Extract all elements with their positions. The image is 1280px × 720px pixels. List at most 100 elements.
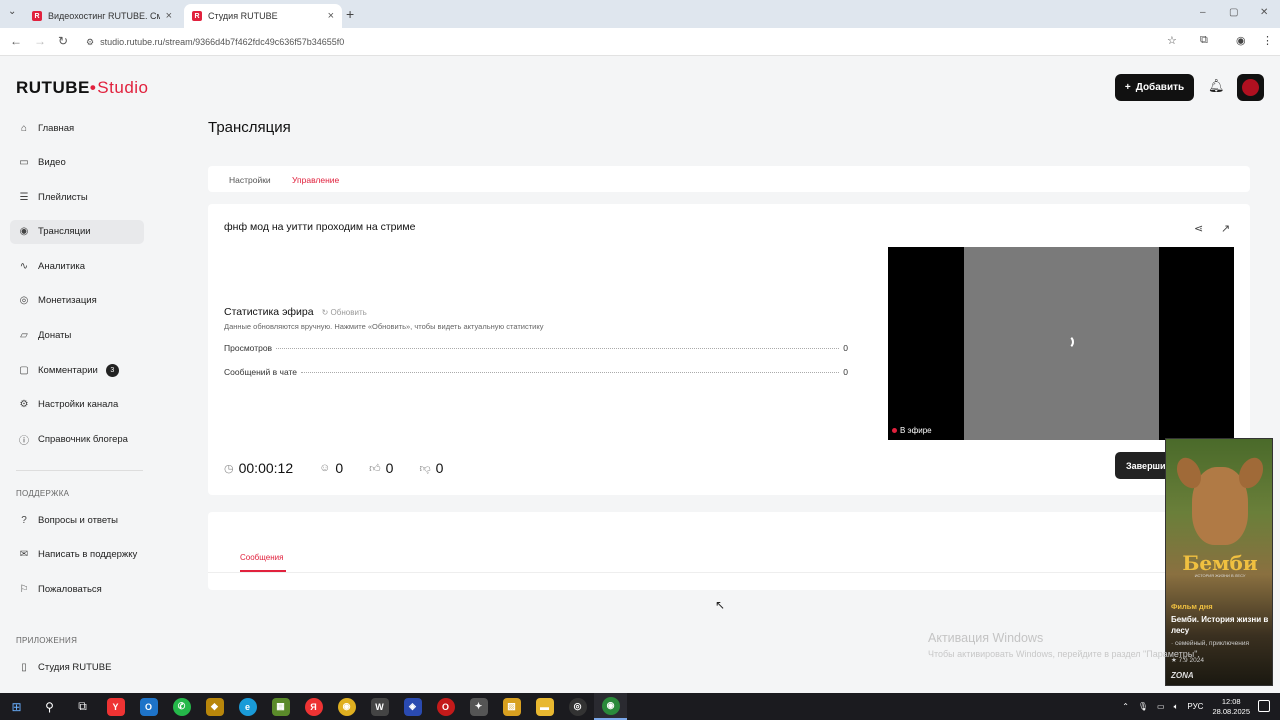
taskbar-app-whatsapp[interactable]: ✆ [165, 693, 198, 720]
logo-dot: • [89, 78, 97, 97]
add-button-label: Добавить [1135, 82, 1185, 93]
site-info-icon[interactable]: ⚙ [86, 37, 94, 48]
tab-title: Видеохостинг RUTUBE. Смотр [48, 11, 160, 21]
sidebar-item-blogger-guide[interactable]: ⓘ Справочник блогера [10, 427, 144, 451]
clock-date: 28.08.2025 [1212, 706, 1250, 716]
close-tab-icon[interactable]: × [166, 10, 172, 22]
sidebar-item-channel-settings[interactable]: ⚙ Настройки канала [10, 393, 144, 417]
taskbar-app-settings[interactable]: ✦ [462, 693, 495, 720]
taskbar-app-opera[interactable]: O [429, 693, 462, 720]
menu-icon[interactable]: ⋮ [1262, 34, 1273, 47]
stats-title: Статистика эфира [224, 306, 314, 318]
sidebar-item-studio-app[interactable]: ▯ Студия RUTUBE [10, 655, 144, 679]
refresh-icon: ↻ [321, 307, 331, 317]
tab-management[interactable]: Управление [292, 175, 339, 185]
share-icon[interactable]: ⋖ [1194, 222, 1203, 235]
network-icon[interactable]: ▭ [1157, 702, 1165, 711]
sidebar-item-broadcasts[interactable]: ◉ Трансляции [10, 219, 144, 244]
video-icon: ▭ [19, 157, 29, 169]
taskbar-app-paint[interactable]: ▨ [495, 693, 528, 720]
stream-preview-player[interactable]: В эфире [888, 247, 1234, 440]
reload-icon[interactable]: ↻ [58, 34, 68, 48]
taskbar-app-yandex[interactable]: Y [99, 693, 132, 720]
page-title: Трансляция [208, 119, 291, 136]
clock[interactable]: 12:08 28.08.2025 [1212, 697, 1250, 717]
tab-settings[interactable]: Настройки [229, 175, 271, 185]
sidebar-item-comments[interactable]: ▢ Комментарии 3 [10, 358, 144, 382]
new-tab-icon[interactable]: + [346, 6, 354, 22]
sidebar-item-label: Комментарии [38, 364, 98, 376]
back-icon[interactable]: ← [10, 34, 22, 48]
maximize-icon[interactable]: ▢ [1229, 7, 1238, 18]
taskbar-app-edge[interactable]: e [231, 693, 264, 720]
sidebar-item-contact-support[interactable]: ✉ Написать в поддержку [10, 543, 144, 567]
tab-title: Студия RUTUBE [208, 11, 278, 21]
sidebar-item-home[interactable]: ⌂ Главная [10, 116, 144, 140]
taskbar-app-obs[interactable]: ◎ [561, 693, 594, 720]
sidebar-item-playlists[interactable]: ☰ Плейлисты [10, 185, 144, 209]
extensions-icon[interactable]: ⧉ [1200, 34, 1208, 47]
notification-icon[interactable] [1258, 700, 1270, 712]
tray-expand-icon[interactable]: ⌃ [1122, 702, 1129, 711]
taskbar-app-chrome[interactable]: ◉ [330, 693, 363, 720]
url-field[interactable]: ⚙ studio.rutube.ru/stream/9366d4b7f462fd… [86, 32, 1196, 52]
taskbar-search-button[interactable]: ⚲ [33, 693, 66, 720]
tab-messages[interactable]: Сообщения [240, 553, 283, 562]
chrome-icon: ◉ [337, 697, 356, 716]
analytics-icon: ∿ [19, 260, 29, 272]
taskbar-app-game[interactable]: ◆ [198, 693, 231, 720]
taskbar-app-explorer[interactable]: ▬ [528, 693, 561, 720]
sidebar-item-label: Видео [38, 157, 66, 169]
sidebar-item-analytics[interactable]: ∿ Аналитика [10, 254, 144, 278]
mouse-cursor-icon: ↖ [715, 598, 726, 612]
taskbar-app-shield[interactable]: ◈ [396, 693, 429, 720]
sidebar-item-label: Монетизация [38, 295, 97, 307]
profile-icon[interactable]: ◉ [1236, 34, 1246, 47]
close-window-icon[interactable]: ✕ [1260, 7, 1268, 18]
add-button[interactable]: + Добавить [1115, 74, 1194, 101]
browser-tab-rutube[interactable]: R Видеохостинг RUTUBE. Смотр × [24, 4, 180, 28]
sidebar-item-monetization[interactable]: ◎ Монетизация [10, 289, 144, 313]
taskbar-app-yandex-2[interactable]: Я [297, 693, 330, 720]
paint-icon: ▨ [502, 697, 521, 716]
forward-icon[interactable]: → [34, 34, 46, 48]
task-view-button[interactable]: ⧉ [66, 693, 99, 720]
zona-logo: ZONA [1171, 671, 1194, 680]
deer-poster-image [1192, 467, 1248, 545]
yandex-browser-icon: Y [106, 697, 125, 716]
logo-main: RUTUBE [16, 78, 90, 97]
language-indicator[interactable]: РУС [1187, 702, 1203, 711]
avatar[interactable] [1237, 74, 1264, 101]
stats-header: Статистика эфира ↻ Обновить [224, 306, 367, 318]
bookmark-star-icon[interactable]: ☆ [1167, 34, 1177, 47]
sidebar-item-label: Главная [38, 122, 75, 134]
rutube-studio-logo[interactable]: RUTUBE • Studio [16, 78, 149, 98]
taskbar-app-chrome-active[interactable]: ◉ [594, 693, 627, 720]
duration-value: 00:00:12 [238, 460, 294, 476]
minimize-icon[interactable]: – [1200, 7, 1206, 18]
browser-tab-studio[interactable]: R Студия RUTUBE × [184, 4, 342, 28]
taskbar-app-minecraft[interactable]: ▦ [264, 693, 297, 720]
taskbar-app-tanks[interactable]: W [363, 693, 396, 720]
refresh-stats-button[interactable]: ↻ Обновить [322, 308, 367, 317]
external-link-icon[interactable]: ↗ [1221, 222, 1230, 235]
sidebar-item-label: Донаты [38, 330, 72, 342]
sidebar-item-video[interactable]: ▭ Видео [10, 151, 144, 175]
microphone-icon[interactable]: 🎙︎ [1138, 702, 1148, 711]
sidebar-item-label: Аналитика [38, 260, 86, 272]
plus-icon: + [1124, 82, 1131, 93]
sidebar-item-report[interactable]: ⚐ Пожаловаться [10, 577, 144, 601]
bell-icon[interactable]: 🔔︎ [1208, 78, 1225, 94]
volume-icon[interactable]: 🔈︎ [1174, 702, 1179, 712]
taskbar-app-outlook[interactable]: O [132, 693, 165, 720]
close-tab-icon[interactable]: × [328, 10, 334, 22]
start-button[interactable]: ⊞ [0, 693, 33, 720]
sidebar-item-label: Вопросы и ответы [38, 514, 119, 526]
obs-icon: ◎ [568, 697, 587, 716]
tab-list-icon[interactable]: ⌄ [8, 6, 16, 17]
stat-row-views: Просмотров 0 [224, 343, 848, 353]
sidebar-item-donations[interactable]: ▱ Донаты [10, 324, 144, 348]
apps-heading: ПРИЛОЖЕНИЯ [16, 636, 78, 645]
duration-metric: ◷ 00:00:12 [224, 460, 293, 476]
sidebar-item-faq[interactable]: ? Вопросы и ответы [10, 508, 144, 532]
